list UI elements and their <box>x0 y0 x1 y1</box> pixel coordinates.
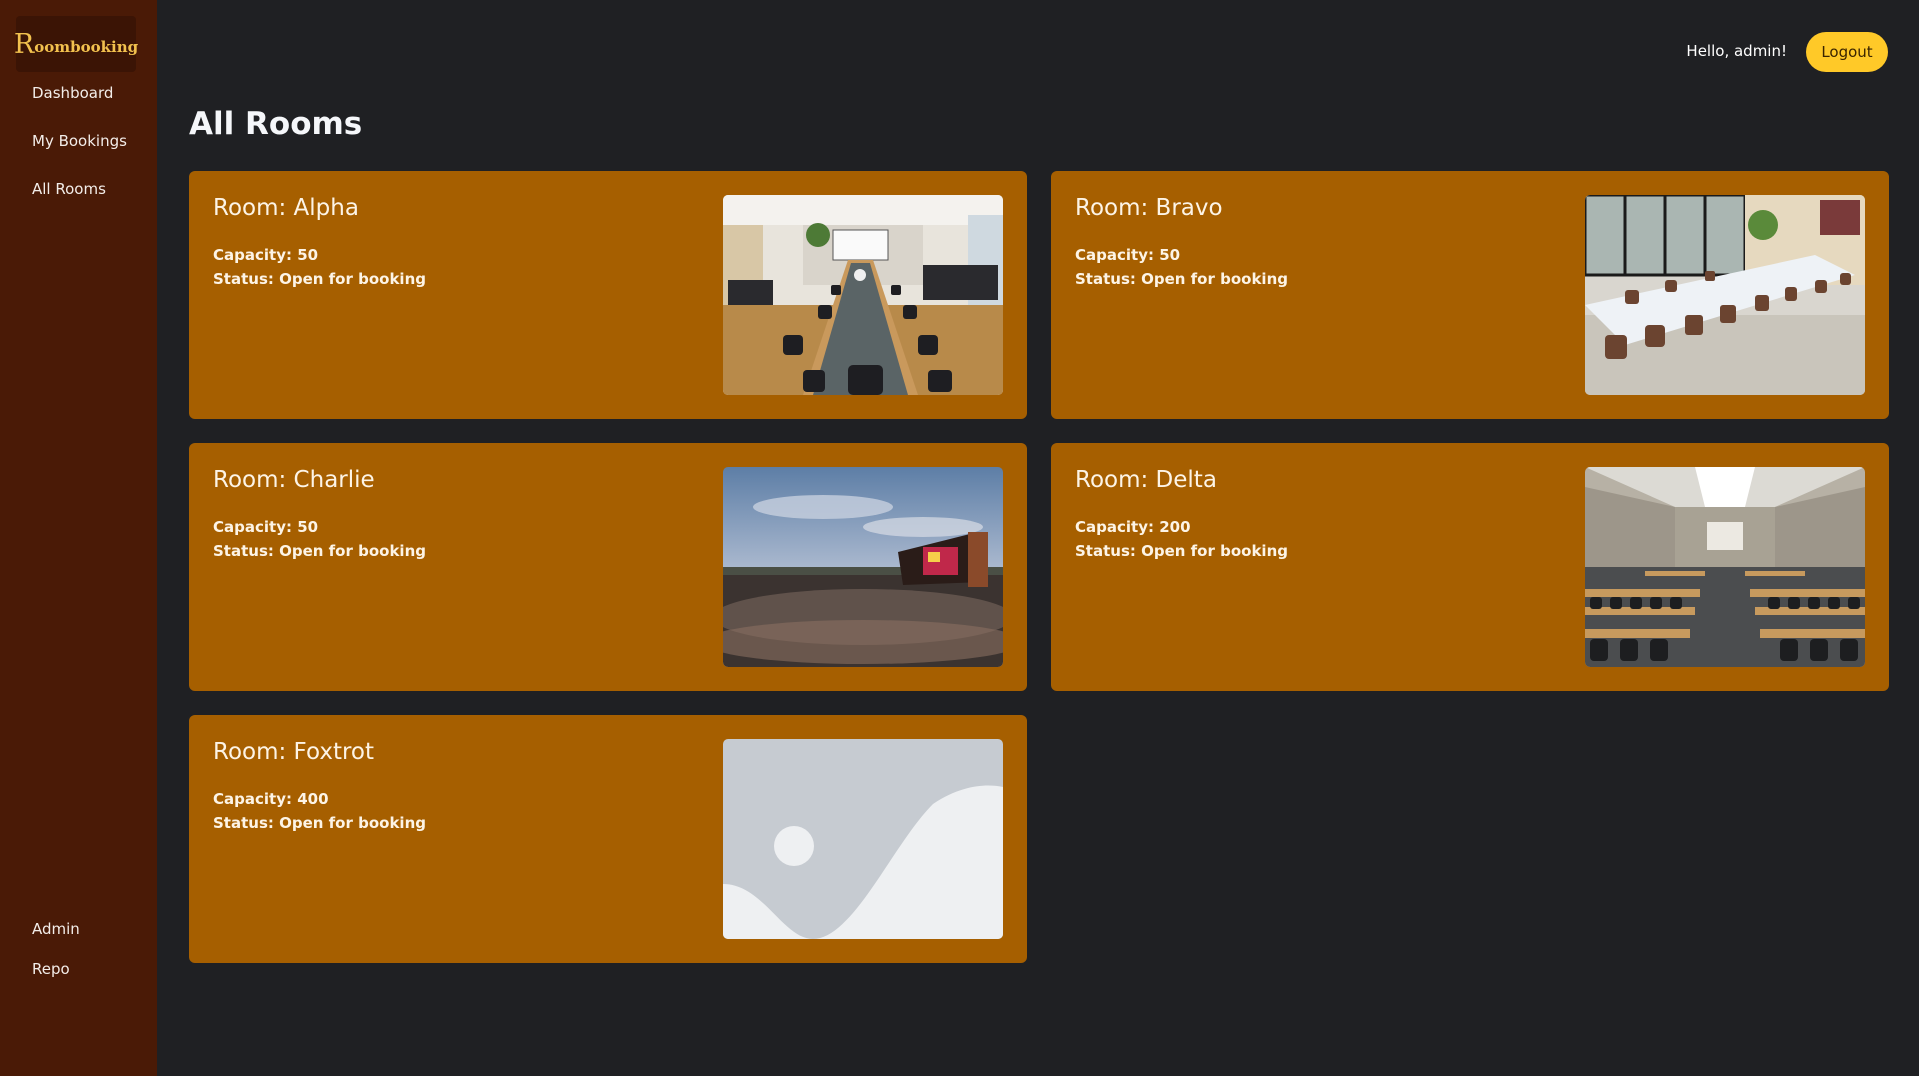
room-status: Status: Open for booking <box>213 542 426 560</box>
stadium-concert-photo <box>723 467 1003 667</box>
room-title: Room: Bravo <box>1075 195 1223 221</box>
room-capacity: Capacity: 50 <box>213 518 319 536</box>
room-status: Status: Open for booking <box>213 270 426 288</box>
room-card[interactable]: Room: Foxtrot Capacity: 400 Status: Open… <box>189 715 1027 963</box>
sidebar-item-admin[interactable]: Admin <box>32 920 80 938</box>
room-title: Room: Alpha <box>213 195 359 221</box>
sidebar-item-all-rooms[interactable]: All Rooms <box>32 180 106 198</box>
room-card[interactable]: Room: Delta Capacity: 200 Status: Open f… <box>1051 443 1889 691</box>
room-capacity: Capacity: 400 <box>213 790 329 808</box>
room-card[interactable]: Room: Alpha Capacity: 50 Status: Open fo… <box>189 171 1027 419</box>
room-card[interactable]: Room: Charlie Capacity: 50 Status: Open … <box>189 443 1027 691</box>
brand-logo[interactable]: Roombooking <box>13 16 139 72</box>
sidebar-item-repo[interactable]: Repo <box>32 960 70 978</box>
sidebar-item-dashboard[interactable]: Dashboard <box>32 84 113 102</box>
room-card[interactable]: Room: Bravo Capacity: 50 Status: Open fo… <box>1051 171 1889 419</box>
sidebar: Roombooking Dashboard My Bookings All Ro… <box>0 0 157 1076</box>
logout-button[interactable]: Logout <box>1806 32 1888 72</box>
room-status: Status: Open for booking <box>213 814 426 832</box>
page-title: All Rooms <box>189 106 363 142</box>
room-capacity: Capacity: 200 <box>1075 518 1191 536</box>
classroom-hall-photo <box>1585 467 1865 667</box>
conference-room-photo <box>723 195 1003 395</box>
brand-initial: R <box>13 28 35 60</box>
room-capacity: Capacity: 50 <box>213 246 319 264</box>
room-title: Room: Charlie <box>213 467 375 493</box>
sidebar-item-my-bookings[interactable]: My Bookings <box>32 132 127 150</box>
image-placeholder-icon <box>723 739 1003 939</box>
greeting-text: Hello, admin! <box>1686 42 1787 60</box>
room-capacity: Capacity: 50 <box>1075 246 1181 264</box>
brand-name: oombooking <box>34 38 139 56</box>
room-status: Status: Open for booking <box>1075 542 1288 560</box>
meeting-room-photo <box>1585 195 1865 395</box>
room-title: Room: Foxtrot <box>213 739 374 765</box>
room-title: Room: Delta <box>1075 467 1217 493</box>
room-status: Status: Open for booking <box>1075 270 1288 288</box>
